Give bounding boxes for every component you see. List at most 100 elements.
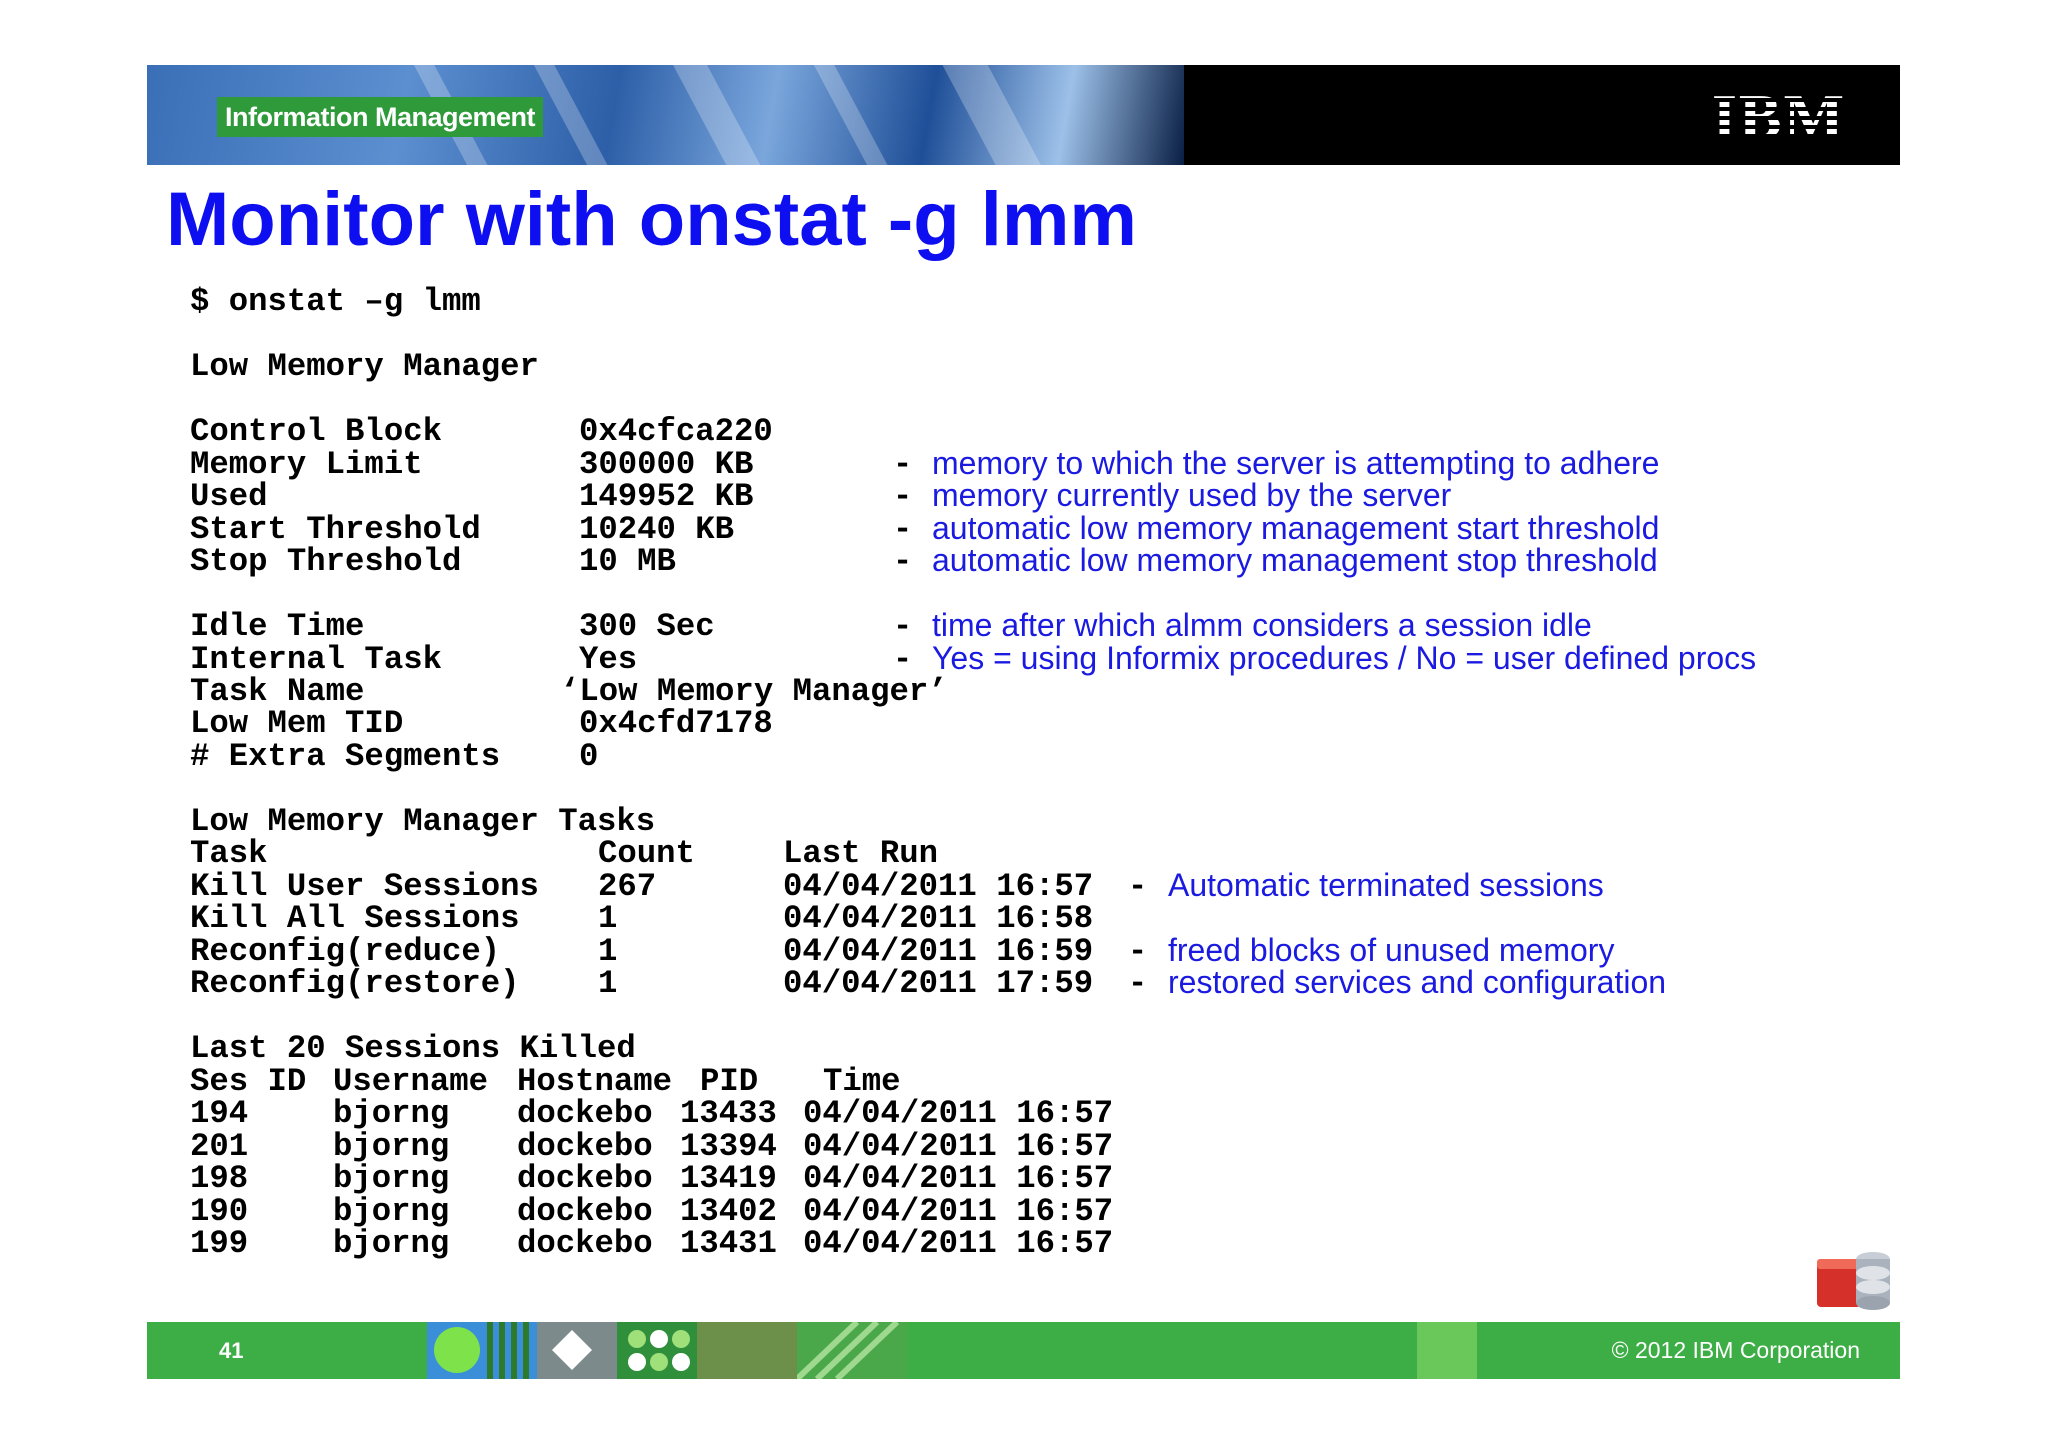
session-time: 04/04/2011 16:57	[803, 1095, 1114, 1132]
session-username: bjorng	[333, 1095, 450, 1132]
task-count: 267	[598, 868, 657, 905]
param-note: memory currently used by the server	[932, 477, 1452, 513]
task-note: freed blocks of unused memory	[1168, 932, 1615, 968]
dash: -	[1128, 868, 1148, 905]
param-value: Yes	[579, 641, 638, 678]
footer-decor	[427, 1322, 537, 1379]
param-note: automatic low memory management stop thr…	[932, 542, 1658, 578]
session-username: bjorng	[333, 1225, 450, 1262]
param-value: 300 Sec	[579, 608, 715, 645]
header-graphic: Information Management	[147, 65, 1184, 165]
param-value: 0	[579, 738, 599, 775]
session-pid: 13419	[680, 1160, 777, 1197]
param-label: Idle Time	[190, 608, 365, 645]
footer-decor	[794, 1319, 907, 1382]
task-count: 1	[598, 965, 618, 1002]
section-tasks: Low Memory Manager Tasks	[190, 803, 656, 840]
param-value: ‘Low Memory Manager’	[560, 673, 948, 710]
session-time: 04/04/2011 16:57	[803, 1160, 1114, 1197]
param-note: time after which almm considers a sessio…	[932, 607, 1592, 643]
session-pid: 13394	[680, 1128, 777, 1165]
session-id: 190	[190, 1193, 249, 1230]
task-count: 1	[598, 900, 618, 937]
session-hostname: dockebo	[517, 1225, 653, 1262]
session-id: 199	[190, 1225, 249, 1262]
session-time: 04/04/2011 16:57	[803, 1193, 1114, 1230]
tasks-header-count: Count	[598, 835, 695, 872]
page-number: 41	[219, 1338, 244, 1363]
param-note: Yes = using Informix procedures / No = u…	[932, 640, 1757, 676]
session-username: bjorng	[333, 1160, 450, 1197]
param-label: Internal Task	[190, 641, 442, 678]
footer-decor	[617, 1322, 697, 1379]
task-count: 1	[598, 933, 618, 970]
dash: -	[893, 543, 913, 580]
session-hostname: dockebo	[517, 1095, 653, 1132]
sessions-header-hostname: Hostname	[517, 1063, 673, 1100]
param-value: 10 MB	[579, 543, 676, 580]
param-value: 10240 KB	[579, 511, 735, 548]
task-name: Kill All Sessions	[190, 900, 520, 937]
task-last-run: 04/04/2011 16:59	[783, 933, 1094, 970]
task-name: Reconfig(reduce)	[190, 933, 501, 970]
param-value: 0x4cfca220	[579, 413, 773, 450]
ibm-logo: IBM	[1710, 84, 1848, 150]
session-hostname: dockebo	[517, 1193, 653, 1230]
session-pid: 13431	[680, 1225, 777, 1262]
task-note: restored services and configuration	[1168, 964, 1667, 1000]
param-label: Low Mem TID	[190, 705, 404, 742]
session-hostname: dockebo	[517, 1160, 653, 1197]
dash: -	[893, 608, 913, 645]
sessions-header-username: Username	[333, 1063, 489, 1100]
param-value: 0x4cfd7178	[579, 705, 773, 742]
param-label: Memory Limit	[190, 446, 423, 483]
database-icon	[1817, 1252, 1890, 1310]
task-last-run: 04/04/2011 16:57	[783, 868, 1094, 905]
slide-title: Monitor with onstat -g lmm	[166, 177, 1138, 262]
dash: -	[1128, 933, 1148, 970]
param-value: 149952 KB	[579, 478, 754, 515]
dash: -	[1128, 965, 1148, 1002]
param-note: memory to which the server is attempting…	[932, 445, 1660, 481]
section-sessions: Last 20 Sessions Killed	[190, 1030, 636, 1067]
param-value: 300000 KB	[579, 446, 754, 483]
session-username: bjorng	[333, 1193, 450, 1230]
footer-decor	[1417, 1322, 1477, 1379]
session-id: 198	[190, 1160, 249, 1197]
session-time: 04/04/2011 16:57	[803, 1128, 1114, 1165]
dash: -	[893, 641, 913, 678]
dash: -	[893, 511, 913, 548]
tasks-header-last-run: Last Run	[783, 835, 939, 872]
session-hostname: dockebo	[517, 1128, 653, 1165]
dash: -	[893, 478, 913, 515]
session-time: 04/04/2011 16:57	[803, 1225, 1114, 1262]
command-line: $ onstat –g lmm	[190, 283, 481, 320]
sessions-header-time: Time	[823, 1063, 901, 1100]
dash: -	[893, 446, 913, 483]
session-username: bjorng	[333, 1128, 450, 1165]
param-label: Task Name	[190, 673, 365, 710]
task-last-run: 04/04/2011 17:59	[783, 965, 1094, 1002]
task-name: Kill User Sessions	[190, 868, 539, 905]
sessions-header-ses-id: Ses ID	[190, 1063, 307, 1100]
param-note: automatic low memory management start th…	[932, 510, 1660, 546]
tasks-header-task: Task	[190, 835, 268, 872]
session-pid: 13402	[680, 1193, 777, 1230]
param-label: # Extra Segments	[190, 738, 501, 775]
information-management-badge: Information Management	[217, 97, 544, 137]
param-label: Stop Threshold	[190, 543, 462, 580]
task-note: Automatic terminated sessions	[1168, 867, 1604, 903]
param-label: Control Block	[190, 413, 442, 450]
session-pid: 13433	[680, 1095, 777, 1132]
footer-bar: 41 © 2012 IBM Corporation	[147, 1319, 1900, 1382]
session-id: 194	[190, 1095, 249, 1132]
section-low-memory-manager: Low Memory Manager	[190, 348, 539, 385]
task-last-run: 04/04/2011 16:58	[783, 900, 1094, 937]
session-id: 201	[190, 1128, 249, 1165]
param-label: Used	[190, 478, 268, 515]
header-banner: Information Management IBM	[147, 65, 1900, 165]
footer-decor	[537, 1322, 617, 1379]
sessions-header-pid: PID	[700, 1063, 759, 1100]
copyright: © 2012 IBM Corporation	[1611, 1337, 1860, 1363]
param-label: Start Threshold	[190, 511, 481, 548]
